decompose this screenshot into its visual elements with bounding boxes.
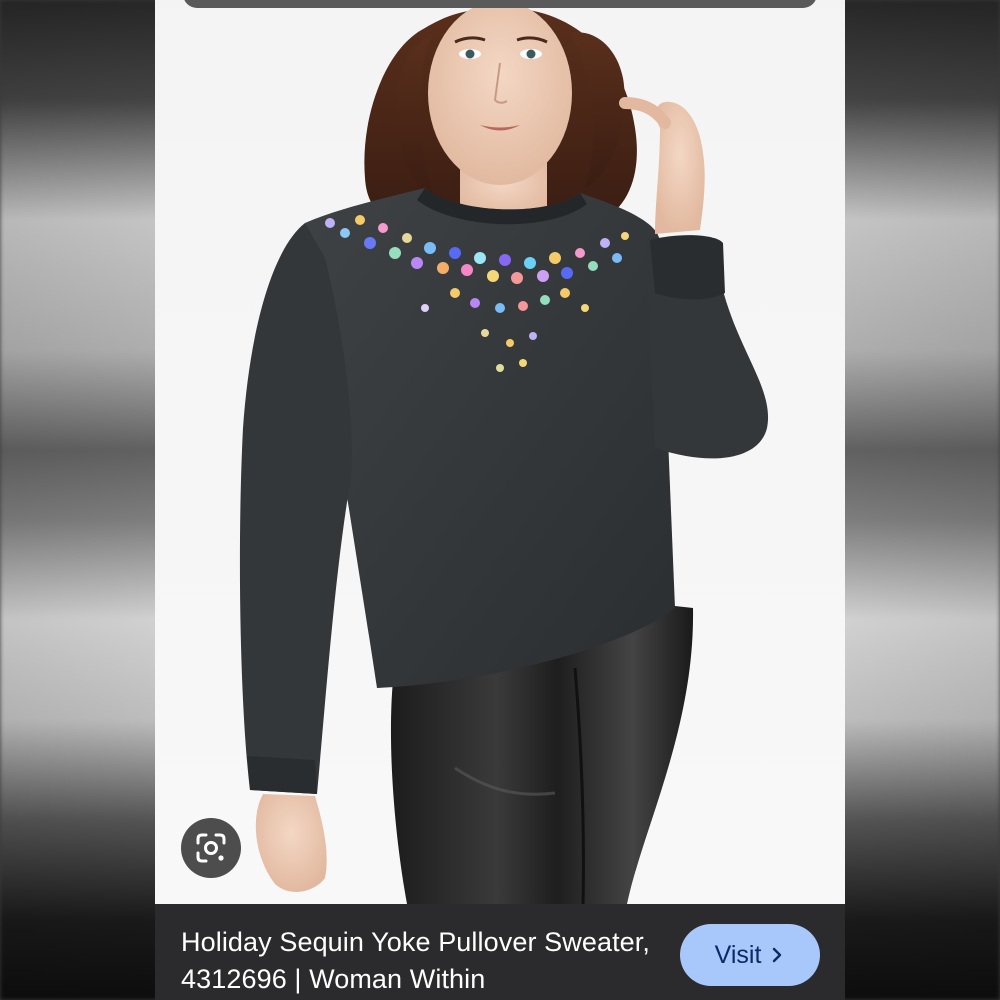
visit-label: Visit	[714, 940, 762, 969]
google-lens-button[interactable]	[181, 818, 241, 878]
visit-button[interactable]: Visit	[680, 924, 820, 986]
result-title[interactable]: Holiday Sequin Yoke Pullover Sweater, 43…	[181, 924, 661, 998]
image-viewer: Holiday Sequin Yoke Pullover Sweater, 43…	[0, 0, 1000, 1000]
result-caption-bar: Holiday Sequin Yoke Pullover Sweater, 43…	[155, 904, 845, 1000]
product-photo	[155, 8, 845, 904]
chevron-right-icon	[773, 947, 782, 963]
google-lens-icon	[196, 833, 226, 863]
image-preview-panel: Holiday Sequin Yoke Pullover Sweater, 43…	[155, 0, 845, 1000]
drag-handle-sheet[interactable]	[183, 0, 817, 8]
